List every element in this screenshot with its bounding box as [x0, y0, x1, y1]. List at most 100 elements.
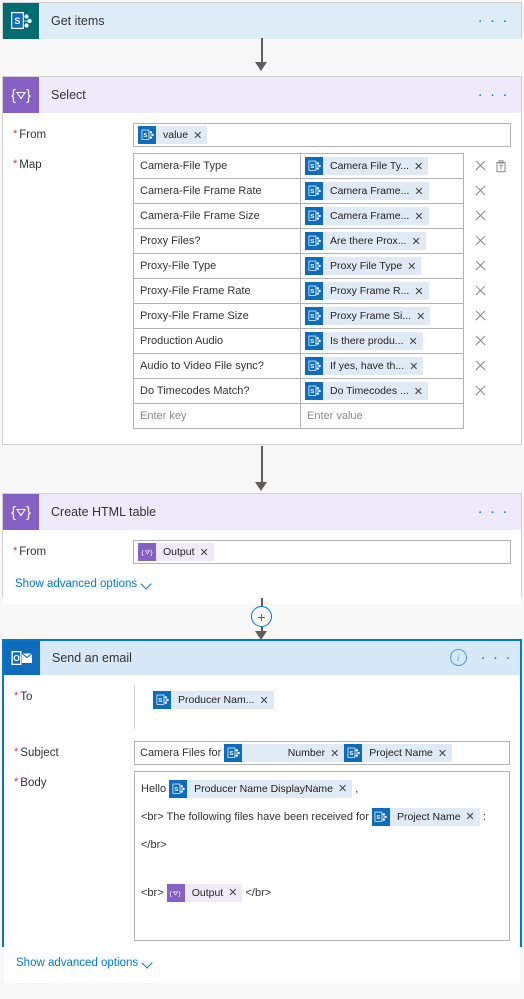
- token-remove-icon[interactable]: ✕: [258, 694, 273, 707]
- map-key[interactable]: Proxy-File Type: [133, 253, 301, 279]
- step-card-create-html-table[interactable]: { } Create HTML table · · · From {: [2, 493, 522, 604]
- map-value[interactable]: S If yes, have th... ✕: [301, 353, 464, 379]
- map-value[interactable]: S Are there Prox... ✕: [301, 228, 464, 254]
- token-remove-icon[interactable]: ✕: [413, 185, 428, 198]
- sharepoint-icon: S: [305, 307, 323, 325]
- input-send-email-subject[interactable]: Camera Files for S Number ✕ S Project Na…: [134, 741, 510, 765]
- delete-row-icon[interactable]: [474, 310, 486, 322]
- token-remove-icon[interactable]: ✕: [199, 546, 214, 559]
- delete-row-icon[interactable]: [474, 235, 486, 247]
- delete-row-icon[interactable]: [474, 360, 486, 372]
- token-remove-icon[interactable]: ✕: [408, 360, 423, 373]
- map-key[interactable]: Camera-File Frame Rate: [133, 178, 301, 204]
- token-remove-icon[interactable]: ✕: [408, 335, 423, 348]
- map-key[interactable]: Do Timecodes Match?: [133, 378, 301, 404]
- step-header-send-an-email[interactable]: O Send an email: [3, 640, 521, 676]
- input-send-email-body[interactable]: Hello S Producer Name DisplayName ✕ , <b…: [134, 771, 510, 941]
- map-key[interactable]: Camera-File Type: [133, 153, 301, 179]
- more-options-icon[interactable]: · · ·: [478, 504, 509, 519]
- more-options-icon[interactable]: · · ·: [478, 87, 509, 102]
- delete-row-icon[interactable]: [474, 210, 486, 222]
- switch-to-text-mode-icon[interactable]: [495, 159, 507, 173]
- sharepoint-icon: S: [305, 332, 323, 350]
- token-remove-icon[interactable]: ✕: [406, 260, 421, 273]
- token-remove-icon[interactable]: ✕: [410, 235, 425, 248]
- token-project-name[interactable]: S Project Name ✕: [371, 806, 480, 828]
- map-value[interactable]: S Camera Frame... ✕: [301, 178, 464, 204]
- map-value[interactable]: S Proxy File Type ✕: [301, 253, 464, 279]
- token-remove-icon[interactable]: ✕: [337, 778, 352, 800]
- map-key[interactable]: Audio to Video File sync?: [133, 353, 301, 379]
- sharepoint-icon: S: [169, 780, 188, 799]
- token-dynamic-content[interactable]: S Camera File Ty... ✕: [305, 157, 429, 175]
- step-header-create-html-table[interactable]: { } Create HTML table · · ·: [3, 494, 521, 530]
- map-key[interactable]: Camera-File Frame Size: [133, 203, 301, 229]
- token-remove-icon[interactable]: ✕: [413, 210, 428, 223]
- sharepoint-icon: S: [371, 808, 390, 827]
- token-dynamic-content[interactable]: S Camera Frame... ✕: [305, 182, 429, 200]
- svg-text:S: S: [310, 364, 314, 370]
- map-value[interactable]: S Proxy Frame R... ✕: [301, 278, 464, 304]
- delete-row-icon[interactable]: [474, 385, 486, 397]
- map-value[interactable]: S Is there produ... ✕: [301, 328, 464, 354]
- map-key[interactable]: Proxy-File Frame Size: [133, 303, 301, 329]
- delete-row-icon[interactable]: [474, 285, 486, 297]
- show-advanced-options-link[interactable]: Show advanced options: [16, 957, 152, 969]
- input-create-html-table-from[interactable]: { } Output ✕: [133, 540, 511, 564]
- token-dynamic-content[interactable]: S Camera Frame... ✕: [305, 207, 429, 225]
- token-remove-icon[interactable]: ✕: [227, 882, 242, 904]
- map-value[interactable]: S Proxy Frame Si... ✕: [301, 303, 464, 329]
- token-dynamic-content[interactable]: S Proxy Frame R... ✕: [305, 282, 429, 300]
- map-value[interactable]: S Camera Frame... ✕: [301, 203, 464, 229]
- more-options-icon[interactable]: · · ·: [478, 13, 509, 28]
- sharepoint-icon: S: [305, 282, 323, 300]
- map-key[interactable]: Proxy-File Frame Rate: [133, 278, 301, 304]
- token-dynamic-content[interactable]: S Do Timecodes ... ✕: [305, 382, 428, 400]
- token-subject-project-name[interactable]: S Project Name ✕: [344, 744, 453, 762]
- token-remove-icon[interactable]: ✕: [413, 285, 428, 298]
- delete-row-icon[interactable]: [474, 185, 486, 197]
- table-row: Production Audio S Is there produ... ✕: [133, 328, 511, 354]
- body-line: Hello S Producer Name DisplayName ✕ ,: [141, 778, 503, 800]
- map-key[interactable]: Production Audio: [133, 328, 301, 354]
- token-dynamic-content[interactable]: S Is there produ... ✕: [305, 332, 423, 350]
- input-select-from[interactable]: S value ✕: [133, 123, 511, 147]
- add-step-button[interactable]: +: [251, 606, 272, 627]
- body-text: ,: [352, 783, 359, 795]
- more-options-icon[interactable]: · · ·: [481, 650, 512, 665]
- token-producer-name-displayname[interactable]: S Producer Name DisplayName ✕: [169, 778, 353, 800]
- delete-row-icon[interactable]: [474, 335, 486, 347]
- step-card-select[interactable]: { } Select · · · From: [2, 76, 522, 445]
- info-icon[interactable]: i: [449, 649, 467, 666]
- step-card-send-an-email[interactable]: O Send an email i · · · To S: [2, 639, 522, 983]
- delete-row-icon[interactable]: [474, 260, 486, 272]
- token-value[interactable]: S value ✕: [138, 126, 208, 144]
- token-remove-icon[interactable]: ✕: [437, 747, 452, 760]
- step-header-select[interactable]: { } Select · · ·: [3, 77, 521, 113]
- token-dynamic-content[interactable]: S If yes, have th... ✕: [305, 357, 424, 375]
- delete-row-icon[interactable]: [474, 160, 486, 172]
- sharepoint-icon: S: [224, 744, 243, 762]
- map-value[interactable]: S Do Timecodes ... ✕: [301, 378, 464, 404]
- map-value[interactable]: S Camera File Ty... ✕: [301, 153, 464, 179]
- token-dynamic-content[interactable]: S Proxy Frame Si... ✕: [305, 307, 431, 325]
- token-dynamic-content[interactable]: S Are there Prox... ✕: [305, 232, 426, 250]
- token-remove-icon[interactable]: ✕: [413, 385, 428, 398]
- token-dynamic-content[interactable]: S Proxy File Type ✕: [305, 257, 422, 275]
- token-remove-icon[interactable]: ✕: [329, 747, 344, 760]
- token-output[interactable]: { } Output ✕: [166, 882, 243, 904]
- token-remove-icon[interactable]: ✕: [192, 129, 207, 142]
- token-subject-number[interactable]: S Number ✕: [224, 744, 345, 762]
- show-advanced-options-link[interactable]: Show advanced options: [15, 578, 151, 590]
- map-key-input[interactable]: Enter key: [133, 403, 301, 429]
- map-key[interactable]: Proxy Files?: [133, 228, 301, 254]
- token-remove-icon[interactable]: ✕: [415, 310, 430, 323]
- map-value-input[interactable]: Enter value: [301, 403, 464, 429]
- input-send-email-to[interactable]: S Producer Nam... ✕: [134, 685, 510, 729]
- token-producer-name[interactable]: S Producer Nam... ✕: [153, 691, 274, 709]
- token-remove-icon[interactable]: ✕: [465, 806, 480, 828]
- token-remove-icon[interactable]: ✕: [413, 160, 428, 173]
- step-header-get-items[interactable]: S Get items · · ·: [3, 3, 521, 39]
- token-output[interactable]: { } Output ✕: [138, 543, 214, 561]
- step-card-get-items[interactable]: S Get items · · ·: [2, 2, 522, 39]
